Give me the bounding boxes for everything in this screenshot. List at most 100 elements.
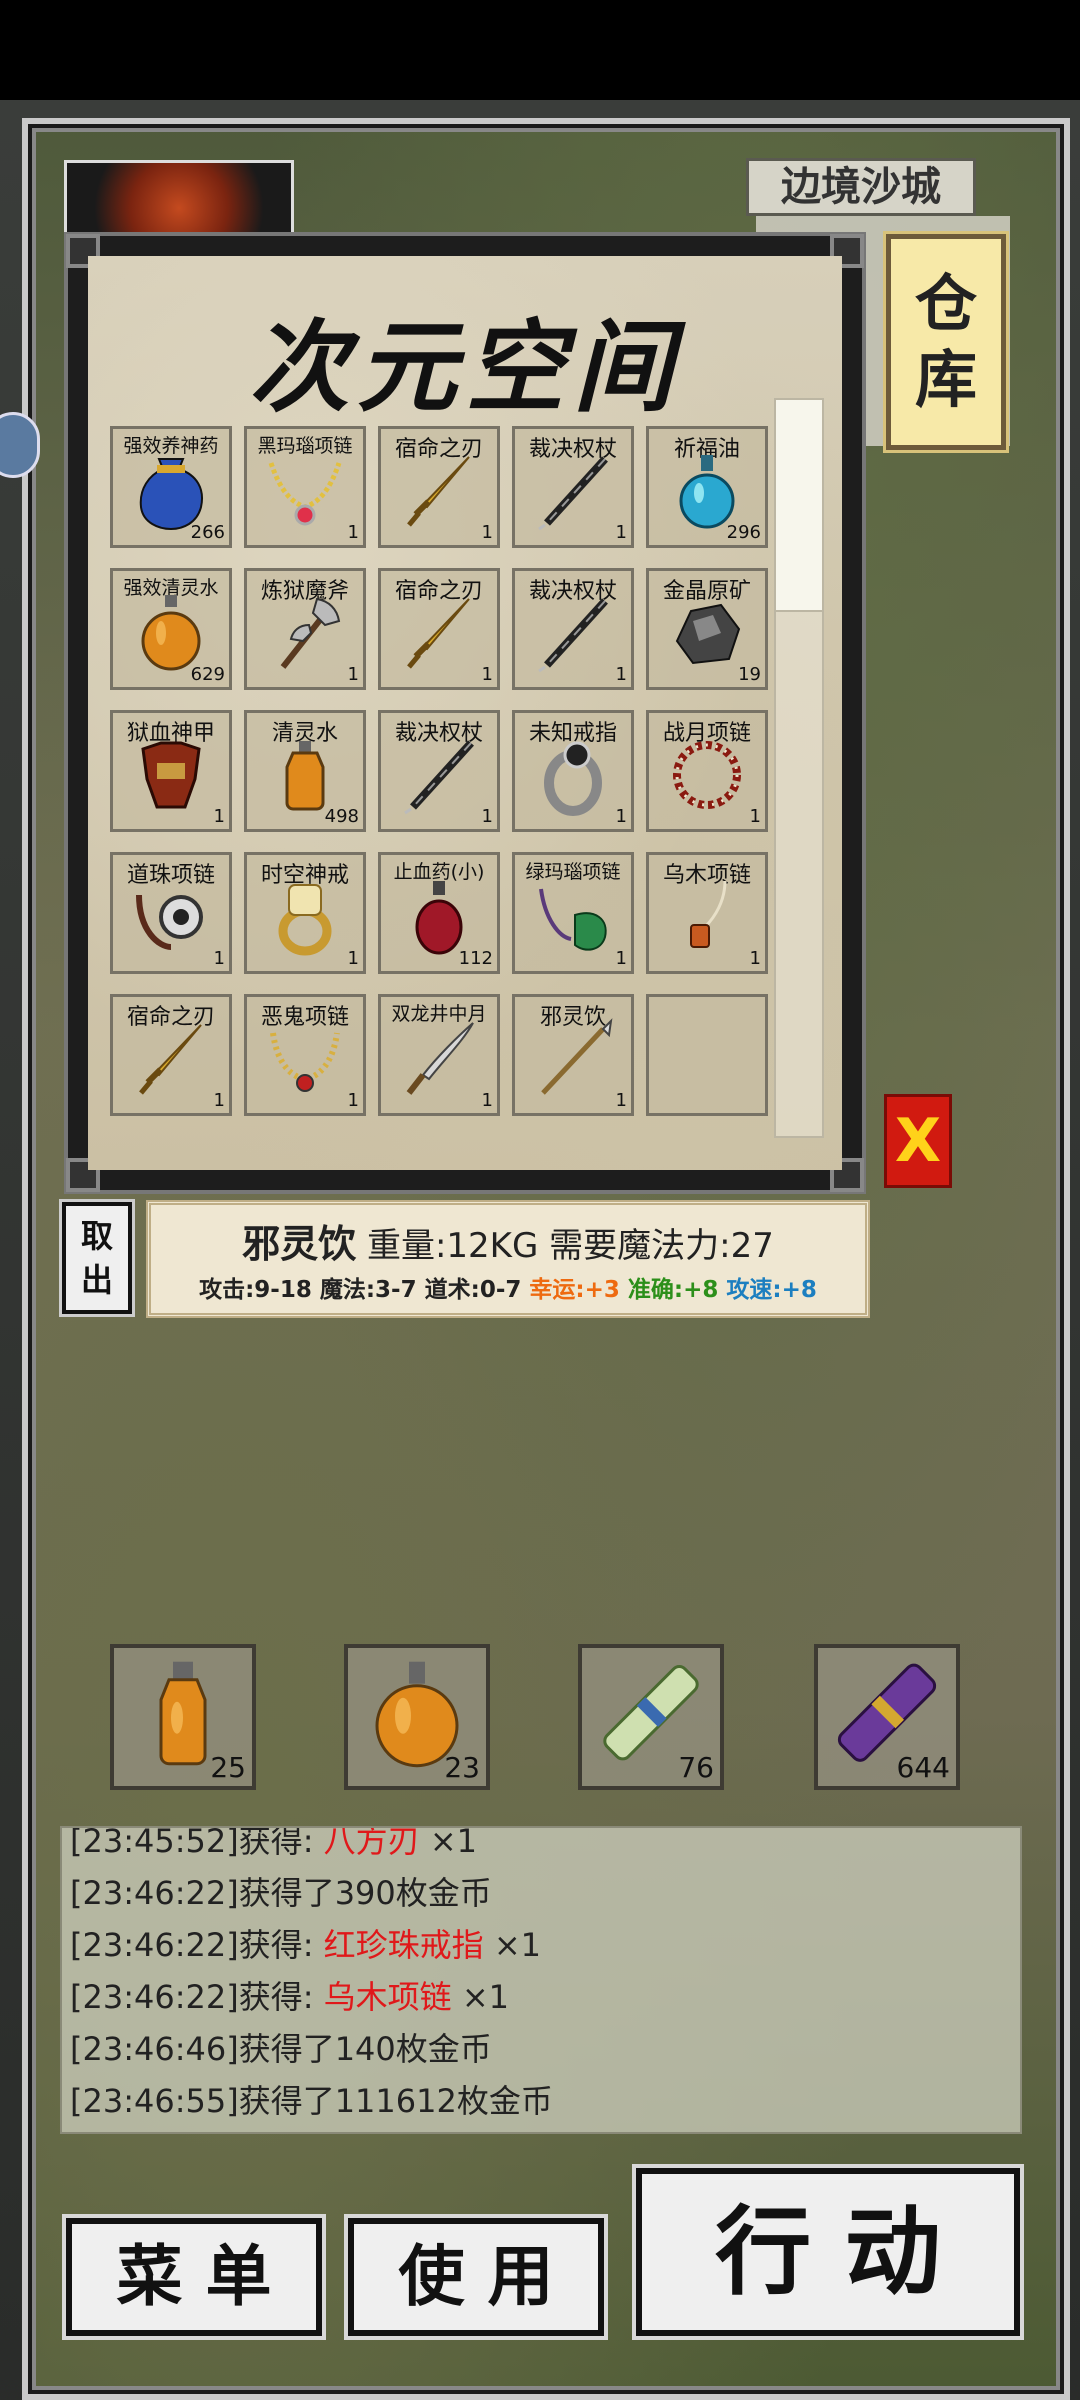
item-slot[interactable]: 祈福油 296 xyxy=(646,426,768,548)
item-slot[interactable]: 黑玛瑙项链 1 xyxy=(244,426,366,548)
log-time: [23:46:22] xyxy=(70,1874,239,1912)
item-count: 1 xyxy=(481,664,493,685)
panel-title: 次元空间 xyxy=(249,308,681,426)
quickbar-count: 23 xyxy=(444,1751,480,1784)
message-log[interactable]: [23:45:52]获得: 八方刃 ×1 [23:46:22]获得了390枚金币[… xyxy=(60,1826,1022,2134)
blue-potion-icon xyxy=(665,449,749,533)
item-count: 1 xyxy=(615,806,627,827)
log-text: 获得了390枚金币 xyxy=(238,1874,492,1912)
item-slot[interactable]: 时空神戒 1 xyxy=(244,852,366,974)
log-time: [23:45:52] xyxy=(70,1826,239,1860)
item-count: 1 xyxy=(347,522,359,543)
item-slot[interactable]: 战月项链 1 xyxy=(646,710,768,832)
item-slot[interactable]: 乌木项链 1 xyxy=(646,852,768,974)
item-slot[interactable]: 道珠项链 1 xyxy=(110,852,232,974)
item-slot[interactable]: 裁决权杖 1 xyxy=(512,426,634,548)
panel-parchment: 次元空间 强效养神药 266 黑玛瑙项链 1 宿命之刃 1 裁决权杖 1 祈福油 296 强效清灵水… xyxy=(88,256,842,1170)
item-info-requirement: 需要魔法力:27 xyxy=(549,1226,774,1266)
log-text: 获得了111612枚金币 xyxy=(238,2082,553,2120)
log-time: [23:46:22] xyxy=(70,1926,239,1964)
item-info-weight: 重量:12KG xyxy=(366,1226,539,1266)
item-info-attack: 攻击:9-18 xyxy=(199,1277,312,1303)
ore-icon xyxy=(665,591,749,675)
item-slot[interactable]: 裁决权杖 1 xyxy=(512,568,634,690)
item-info-magic: 魔法:3-7 xyxy=(319,1277,417,1303)
item-slot[interactable]: 金晶原矿 19 xyxy=(646,568,768,690)
log-line: [23:46:22]获得: 红珍珠戒指 ×1 xyxy=(70,1920,541,1966)
item-slot[interactable]: 邪灵饮 1 xyxy=(512,994,634,1116)
quickbar-slot-4[interactable]: 644 xyxy=(814,1644,960,1790)
item-slot[interactable]: 宿命之刃 1 xyxy=(378,426,500,548)
item-count: 1 xyxy=(615,1090,627,1111)
item-count: 296 xyxy=(726,522,761,543)
gold-ring-icon xyxy=(263,875,347,959)
item-slot[interactable]: 强效养神药 266 xyxy=(110,426,232,548)
blade-icon xyxy=(397,1017,481,1101)
item-slot[interactable]: 双龙井中月 1 xyxy=(378,994,500,1116)
log-text: 获得了140枚金币 xyxy=(238,2030,492,2068)
action-button[interactable]: 行 动 xyxy=(636,2168,1020,2336)
log-quantity: ×1 xyxy=(483,1926,542,1964)
log-time: [23:46:22] xyxy=(70,1978,239,2016)
log-line: [23:46:46]获得了140枚金币 xyxy=(70,2024,492,2070)
close-button[interactable]: X xyxy=(884,1094,952,1188)
item-slot[interactable]: 宿命之刃 1 xyxy=(110,994,232,1116)
log-item-name: 乌木项链 xyxy=(323,1978,452,2016)
golden-sword-icon xyxy=(397,591,481,675)
item-info-name: 邪灵饮 xyxy=(242,1222,357,1266)
log-line: [23:46:22]获得了390枚金币 xyxy=(70,1868,492,1914)
orange-potion-icon xyxy=(129,591,213,675)
item-info-box: 邪灵饮 重量:12KG 需要魔法力:27 攻击:9-18 魔法:3-7 道术:0… xyxy=(146,1200,870,1318)
green-necklace-icon xyxy=(531,875,615,959)
golden-sword-icon xyxy=(397,449,481,533)
take-out-button[interactable]: 取 出 xyxy=(62,1202,132,1314)
scrollbar[interactable] xyxy=(774,398,824,1138)
item-count: 1 xyxy=(481,1090,493,1111)
location-name: 边境沙城 xyxy=(746,158,976,216)
log-line: [23:46:55]获得了111612枚金币 xyxy=(70,2076,553,2122)
item-slot[interactable]: 恶鬼项链 1 xyxy=(244,994,366,1116)
item-slot[interactable]: 清灵水 498 xyxy=(244,710,366,832)
blue-pouch-icon xyxy=(129,449,213,533)
axe-icon xyxy=(263,591,347,675)
item-count: 1 xyxy=(347,948,359,969)
item-count: 1 xyxy=(615,664,627,685)
warehouse-label-1: 仓 xyxy=(914,267,977,340)
item-slot[interactable]: 裁决权杖 1 xyxy=(378,710,500,832)
item-count: 1 xyxy=(615,948,627,969)
item-slot[interactable]: 强效清灵水 629 xyxy=(110,568,232,690)
scroll-thumb[interactable] xyxy=(776,400,822,612)
takeout-label-1: 取 xyxy=(80,1217,113,1255)
quickbar-slot-3[interactable]: 76 xyxy=(578,1644,724,1790)
menu-button[interactable]: 菜 单 xyxy=(66,2218,322,2336)
item-count: 1 xyxy=(213,1090,225,1111)
item-slot[interactable]: 未知戒指 1 xyxy=(512,710,634,832)
item-info-tao: 道术:0-7 xyxy=(424,1277,522,1303)
warehouse-button[interactable]: 仓 库 xyxy=(886,234,1006,450)
item-slot[interactable]: 炼狱魔斧 1 xyxy=(244,568,366,690)
dimension-space-panel: 次元空间 强效养神药 266 黑玛瑙项链 1 宿命之刃 1 裁决权杖 1 祈福油 296 强效清灵水… xyxy=(64,232,866,1194)
item-count: 1 xyxy=(347,1090,359,1111)
quickbar-slot-2[interactable]: 23 xyxy=(344,1644,490,1790)
use-button[interactable]: 使 用 xyxy=(348,2218,604,2336)
red-potion-icon xyxy=(397,875,481,959)
item-slot[interactable]: 宿命之刃 1 xyxy=(378,568,500,690)
spear-icon xyxy=(531,1017,615,1101)
item-slot[interactable]: 绿玛瑙项链 1 xyxy=(512,852,634,974)
item-info-luck: 幸运:+3 xyxy=(529,1277,620,1303)
item-info-speed: 攻速:+8 xyxy=(726,1277,817,1303)
quickbar-count: 644 xyxy=(896,1751,950,1784)
log-text: 获得: xyxy=(238,1926,324,1964)
item-count: 266 xyxy=(190,522,225,543)
dark-staff-icon xyxy=(397,733,481,817)
quickbar-slot-1[interactable]: 25 xyxy=(110,1644,256,1790)
item-slot[interactable]: 狱血神甲 1 xyxy=(110,710,232,832)
small-orange-potion-icon xyxy=(263,733,347,817)
warehouse-label-2: 库 xyxy=(914,343,977,416)
item-slot[interactable]: 止血药(小) 112 xyxy=(378,852,500,974)
item-count: 1 xyxy=(347,664,359,685)
log-line: [23:45:52]获得: 八方刃 ×1 xyxy=(70,1826,477,1862)
item-count: 1 xyxy=(749,948,761,969)
bead-necklace-icon xyxy=(129,875,213,959)
empty-item-slot[interactable] xyxy=(646,994,768,1116)
